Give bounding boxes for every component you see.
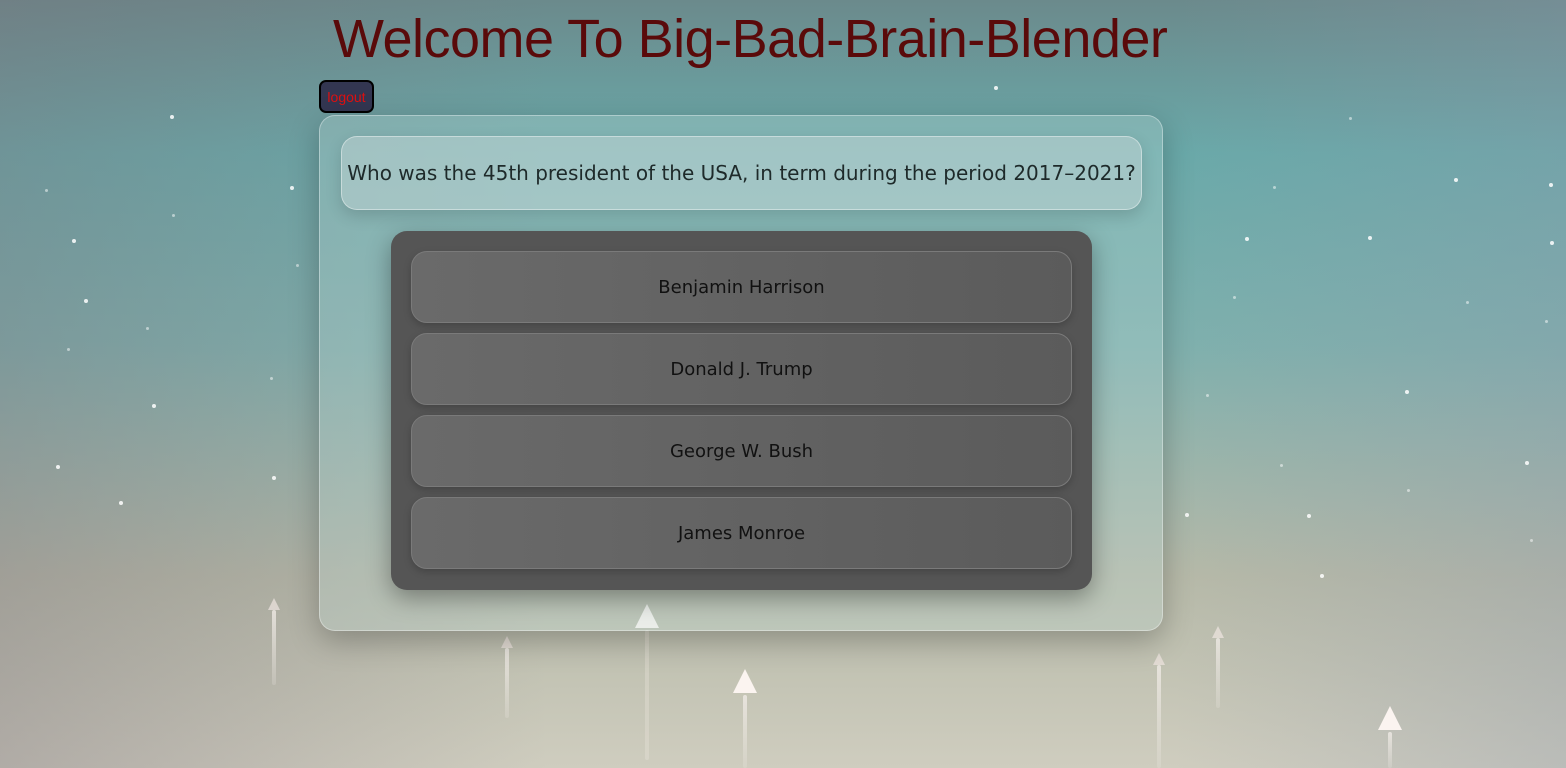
answer-option[interactable]: Benjamin Harrison [411,251,1072,323]
answer-option[interactable]: James Monroe [411,497,1072,569]
quiz-card: Who was the 45th president of the USA, i… [319,115,1163,631]
page-title: Welcome To Big-Bad-Brain-Blender [333,9,1168,69]
answer-option[interactable]: Donald J. Trump [411,333,1072,405]
question-text: Who was the 45th president of the USA, i… [341,136,1142,210]
logout-button[interactable]: logout [319,80,374,113]
answer-option[interactable]: George W. Bush [411,415,1072,487]
answer-list: Benjamin Harrison Donald J. Trump George… [391,231,1092,590]
